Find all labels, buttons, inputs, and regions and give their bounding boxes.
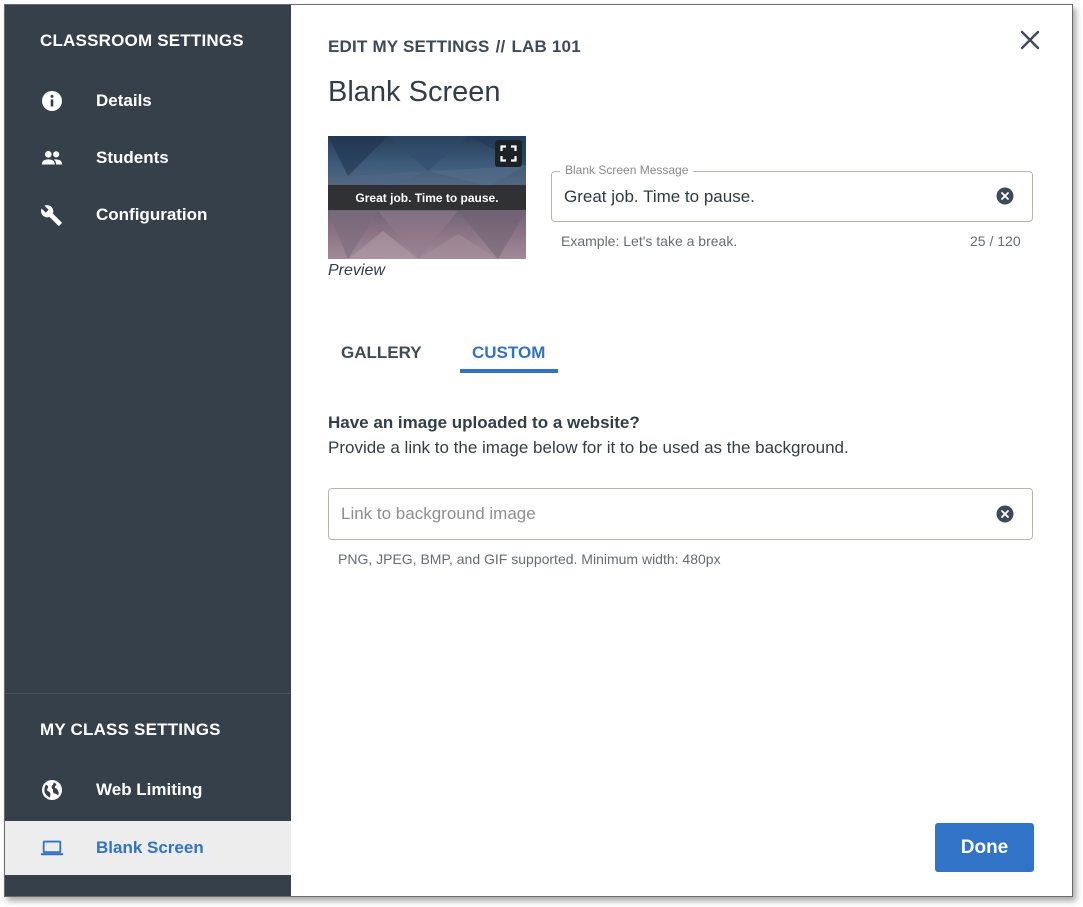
message-helper-text: Example: Let's take a break. bbox=[561, 233, 738, 249]
breadcrumb-separator: // bbox=[495, 37, 506, 56]
field-legend: Blank Screen Message bbox=[560, 163, 694, 177]
fullscreen-button[interactable] bbox=[495, 140, 522, 167]
clear-message-icon[interactable] bbox=[996, 187, 1014, 205]
globe-icon bbox=[40, 778, 64, 802]
page-title: Blank Screen bbox=[328, 76, 501, 108]
sidebar: CLASSROOM SETTINGS Details Students Conf… bbox=[5, 5, 291, 896]
breadcrumb-edit-settings: EDIT MY SETTINGS bbox=[328, 37, 490, 56]
settings-dialog: CLASSROOM SETTINGS Details Students Conf… bbox=[4, 4, 1073, 897]
active-tab-indicator bbox=[460, 369, 558, 373]
sidebar-item-web-limiting[interactable]: Web Limiting bbox=[5, 763, 291, 817]
custom-image-description: Provide a link to the image below for it… bbox=[328, 438, 849, 457]
wrench-icon bbox=[40, 203, 64, 227]
blank-screen-preview: Great job. Time to pause. bbox=[328, 136, 526, 259]
preview-message: Great job. Time to pause. bbox=[328, 185, 526, 210]
sidebar-divider bbox=[5, 693, 291, 694]
sidebar-item-label: Blank Screen bbox=[96, 838, 204, 857]
laptop-icon bbox=[40, 836, 64, 860]
link-helper-text: PNG, JPEG, BMP, and GIF supported. Minim… bbox=[338, 551, 721, 567]
classroom-settings-heading: CLASSROOM SETTINGS bbox=[40, 31, 244, 50]
message-char-counter: 25 / 120 bbox=[970, 233, 1021, 249]
sidebar-item-label: Web Limiting bbox=[96, 780, 203, 799]
blank-screen-message-field[interactable]: Blank Screen Message Great job. Time to … bbox=[551, 163, 1033, 222]
breadcrumb-class-name: LAB 101 bbox=[511, 37, 581, 56]
background-link-input[interactable]: Link to background image bbox=[341, 504, 536, 524]
fullscreen-icon bbox=[500, 145, 517, 162]
close-icon bbox=[1020, 30, 1040, 50]
preview-caption: Preview bbox=[328, 262, 385, 279]
sidebar-item-label: Students bbox=[96, 148, 169, 167]
sidebar-item-students[interactable]: Students bbox=[5, 131, 291, 185]
people-icon bbox=[40, 146, 64, 170]
message-input-value[interactable]: Great job. Time to pause. bbox=[564, 187, 755, 207]
sidebar-item-configuration[interactable]: Configuration bbox=[5, 188, 291, 242]
sidebar-item-label: Configuration bbox=[96, 205, 208, 224]
sidebar-item-label: Details bbox=[96, 91, 152, 110]
breadcrumb: EDIT MY SETTINGS // LAB 101 bbox=[328, 37, 581, 57]
info-icon bbox=[40, 89, 64, 113]
sidebar-item-details[interactable]: Details bbox=[5, 74, 291, 128]
tab-custom[interactable]: CUSTOM bbox=[472, 343, 545, 363]
sidebar-item-blank-screen[interactable]: Blank Screen bbox=[5, 821, 291, 875]
custom-image-heading: Have an image uploaded to a website? bbox=[328, 413, 640, 432]
close-button[interactable] bbox=[1017, 27, 1043, 53]
background-link-field[interactable]: Link to background image bbox=[328, 488, 1033, 540]
my-class-settings-heading: MY CLASS SETTINGS bbox=[40, 720, 221, 739]
clear-link-icon[interactable] bbox=[996, 505, 1014, 523]
done-button[interactable]: Done bbox=[935, 823, 1034, 872]
tab-gallery[interactable]: GALLERY bbox=[341, 343, 422, 363]
main-panel: EDIT MY SETTINGS // LAB 101 Blank Screen G… bbox=[291, 5, 1072, 896]
